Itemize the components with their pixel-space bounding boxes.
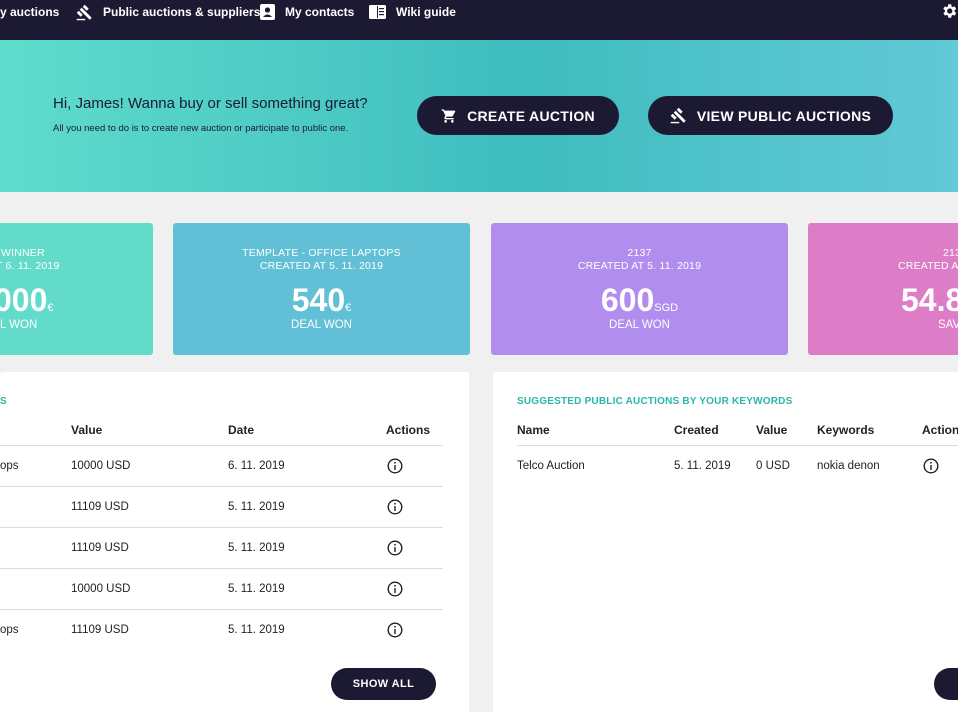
column-header-value[interactable]: Value — [71, 423, 102, 437]
stat-card-line1: TEMPLATE - OFFICE LAPTOPS — [242, 247, 401, 259]
row-divider — [0, 609, 443, 610]
panel-title: S — [0, 396, 7, 407]
stat-card-unit: € — [47, 302, 54, 314]
row-date: 5. 11. 2019 — [228, 624, 285, 636]
row-date: 5. 11. 2019 — [228, 501, 285, 513]
row-value: 11109 USD — [71, 542, 129, 554]
column-header-actions: Action — [922, 423, 958, 437]
nav-public-auctions[interactable]: Public auctions & suppliers — [76, 0, 260, 24]
my-auctions-panel: S Value Date Actions ops 10000 USD 6. 11… — [0, 372, 469, 712]
nav-wiki-guide[interactable]: Wiki guide — [369, 0, 456, 24]
contact-card-icon — [260, 4, 275, 20]
stat-card-value: 54.8 — [901, 282, 958, 318]
info-icon[interactable] — [923, 458, 939, 474]
stat-card-line1: WINNER — [1, 247, 45, 259]
gavel-icon — [670, 107, 686, 124]
nav-my-auctions-label: y auctions — [0, 5, 60, 19]
stat-card-caption: DEAL WON — [609, 319, 670, 331]
stat-card-line2: CREATED AT 5. 11. 2019 — [577, 260, 702, 272]
row-name: ops — [0, 460, 19, 472]
row-name: ops — [0, 624, 19, 636]
info-icon[interactable] — [387, 458, 403, 474]
show-all-button[interactable]: SHOW ALL — [331, 668, 436, 700]
row-value: 0 USD — [756, 460, 790, 472]
stat-card-line2: CREATED AT — [898, 260, 958, 272]
info-icon[interactable] — [387, 499, 403, 515]
stat-card[interactable]: 213 CREATED AT 54.8 SAV — [808, 223, 958, 355]
create-auction-button[interactable]: CREATE AUCTION — [417, 96, 619, 135]
book-icon — [369, 5, 386, 19]
gear-icon[interactable] — [940, 1, 958, 21]
view-public-auctions-button[interactable]: VIEW PUBLIC AUCTIONS — [648, 96, 893, 135]
row-created: 5. 11. 2019 — [674, 460, 731, 472]
cart-icon — [441, 108, 456, 123]
nav-wiki-guide-label: Wiki guide — [396, 5, 456, 19]
top-navigation: y auctions Public auctions & suppliers M… — [0, 0, 958, 40]
stat-card-value: 000 — [0, 282, 48, 318]
header-divider — [0, 445, 443, 446]
stat-card[interactable]: 2137 CREATED AT 5. 11. 2019 600SGD DEAL … — [491, 223, 788, 355]
column-header-actions: Actions — [386, 423, 431, 437]
suggested-auctions-panel: SUGGESTED PUBLIC AUCTIONS BY YOUR KEYWOR… — [493, 372, 958, 712]
column-header-keywords[interactable]: Keywords — [817, 423, 874, 437]
welcome-subtitle: All you need to do is to create new auct… — [53, 123, 349, 134]
row-value: 11109 USD — [71, 501, 129, 513]
nav-my-contacts[interactable]: My contacts — [260, 0, 354, 24]
stat-card-caption: SAV — [938, 319, 958, 331]
stat-card-line2: CREATED AT 5. 11. 2019 — [259, 260, 384, 272]
row-divider — [0, 568, 443, 569]
stat-card[interactable]: WINNER T 6. 11. 2019 000€ L WON — [0, 223, 153, 355]
row-divider — [0, 527, 443, 528]
row-date: 5. 11. 2019 — [228, 542, 285, 554]
stat-card-line1: 2137 — [627, 247, 652, 259]
show-all-button[interactable] — [934, 668, 958, 700]
gavel-icon — [76, 4, 92, 20]
info-icon[interactable] — [387, 581, 403, 597]
nav-my-contacts-label: My contacts — [285, 5, 355, 19]
stat-card-value: 540 — [291, 282, 346, 318]
row-date: 5. 11. 2019 — [228, 583, 285, 595]
stat-card-value: 600 — [600, 282, 655, 318]
nav-my-auctions[interactable]: y auctions — [0, 0, 59, 24]
row-value: 11109 USD — [71, 624, 129, 636]
stat-card-caption: DEAL WON — [291, 319, 352, 331]
info-icon[interactable] — [387, 540, 403, 556]
column-header-created[interactable]: Created — [674, 423, 719, 437]
column-header-name[interactable]: Name — [517, 423, 550, 437]
stat-card[interactable]: TEMPLATE - OFFICE LAPTOPS CREATED AT 5. … — [173, 223, 470, 355]
row-keywords: nokia denon — [817, 460, 880, 472]
create-auction-label: CREATE AUCTION — [467, 107, 595, 124]
row-name[interactable]: Telco Auction — [517, 460, 585, 472]
stat-card-unit: € — [345, 302, 352, 314]
row-value: 10000 USD — [71, 583, 131, 595]
welcome-banner: Hi, James! Wanna buy or sell something g… — [0, 40, 958, 192]
view-public-auctions-label: VIEW PUBLIC AUCTIONS — [696, 107, 872, 124]
column-header-value[interactable]: Value — [756, 423, 787, 437]
nav-public-auctions-label: Public auctions & suppliers — [103, 5, 261, 19]
stat-card-line2: T 6. 11. 2019 — [0, 260, 60, 272]
row-date: 6. 11. 2019 — [228, 460, 285, 472]
row-value: 10000 USD — [71, 460, 131, 472]
panel-title: SUGGESTED PUBLIC AUCTIONS BY YOUR KEYWOR… — [517, 396, 793, 407]
stat-card-unit: SGD — [654, 302, 679, 314]
header-divider — [517, 445, 958, 446]
welcome-title: Hi, James! Wanna buy or sell something g… — [53, 95, 368, 112]
row-divider — [0, 486, 443, 487]
stat-card-line1: 213 — [943, 247, 958, 259]
stat-card-caption: L WON — [0, 319, 38, 331]
info-icon[interactable] — [387, 622, 403, 638]
column-header-date[interactable]: Date — [228, 423, 254, 437]
